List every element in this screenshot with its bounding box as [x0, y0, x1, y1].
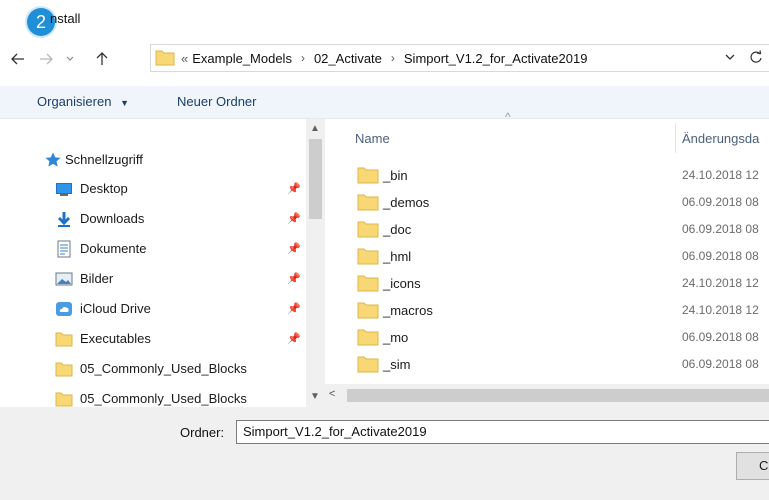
sidebar-item-documents[interactable]: Dokumente 📌	[0, 234, 306, 264]
folder-icon	[357, 193, 379, 211]
file-name: _hml	[383, 249, 412, 264]
navigation-scrollbar[interactable]: ▲ ▼	[306, 119, 325, 407]
address-bar[interactable]: « Example_Models › 02_Activate › Simport…	[150, 44, 769, 72]
file-name: _demos	[383, 195, 430, 210]
folder-icon	[55, 360, 73, 378]
folder-icon	[357, 166, 379, 184]
sidebar-item-executables[interactable]: Executables 📌	[0, 324, 306, 354]
folder-icon	[155, 48, 175, 69]
breadcrumb-item[interactable]: Simport_V1.2_for_Activate2019	[404, 51, 588, 66]
pin-icon[interactable]: 📌	[287, 332, 301, 345]
file-name: _sim	[383, 357, 411, 372]
desktop-icon	[55, 180, 73, 198]
organize-label: Organisieren	[37, 94, 112, 109]
file-row[interactable]: _hml 06.09.2018 08	[325, 246, 769, 270]
breadcrumb-overflow[interactable]: «	[181, 51, 188, 66]
sidebar-item-label: Bilder	[80, 271, 114, 286]
sidebar-item-quick-access[interactable]: Schnellzugriff	[0, 145, 306, 175]
sidebar-item-icloud-drive[interactable]: iCloud Drive 📌	[0, 294, 306, 324]
pin-icon[interactable]: 📌	[287, 272, 301, 285]
file-name: _bin	[383, 168, 408, 183]
sidebar-item-label: iCloud Drive	[80, 301, 151, 316]
recent-locations-chevron-icon[interactable]	[63, 48, 77, 70]
file-date: 06.09.2018 08	[682, 195, 759, 209]
file-list-horizontal-scrollbar[interactable]: <	[325, 384, 769, 407]
sidebar-item-label: 05_Commonly_Used_Blocks	[80, 391, 247, 406]
refresh-icon[interactable]	[749, 50, 763, 67]
scroll-up-icon[interactable]: ▲	[310, 123, 320, 134]
file-row[interactable]: _doc 06.09.2018 08	[325, 219, 769, 243]
up-arrow-icon[interactable]	[92, 48, 112, 70]
address-dropdown-chevron-icon[interactable]	[725, 50, 735, 67]
sidebar-item-label: Dokumente	[80, 241, 147, 256]
sidebar-item-label: Schnellzugriff	[65, 152, 143, 167]
folder-field-label: Ordner:	[180, 425, 225, 440]
sidebar-item-label: Executables	[80, 331, 151, 346]
file-date: 24.10.2018 12	[682, 303, 759, 317]
scroll-down-icon[interactable]: ▼	[310, 391, 320, 402]
folder-icon	[55, 330, 73, 348]
file-name: _macros	[383, 303, 433, 318]
back-arrow-icon[interactable]	[8, 48, 28, 70]
file-date: 06.09.2018 08	[682, 249, 759, 263]
sidebar-item-label: 05_Commonly_Used_Blocks	[80, 361, 247, 376]
select-folder-button[interactable]: C	[736, 452, 769, 480]
scroll-left-icon[interactable]: <	[329, 388, 335, 400]
file-row[interactable]: _macros 24.10.2018 12	[325, 300, 769, 324]
file-date: 24.10.2018 12	[682, 276, 759, 290]
pin-icon[interactable]: 📌	[287, 182, 301, 195]
folder-icon	[357, 220, 379, 238]
folder-icon	[357, 328, 379, 346]
folder-icon	[357, 355, 379, 373]
sidebar-item-desktop[interactable]: Desktop 📌	[0, 174, 306, 204]
scrollbar-thumb[interactable]	[347, 389, 769, 402]
column-header-name[interactable]: Name	[355, 131, 390, 146]
file-name: _doc	[383, 222, 412, 237]
file-date: 06.09.2018 08	[682, 357, 759, 371]
pin-icon[interactable]: 📌	[287, 212, 301, 225]
folder-icon	[357, 301, 379, 319]
sidebar-item-pictures[interactable]: Bilder 📌	[0, 264, 306, 294]
cloud-icon	[55, 300, 73, 318]
download-icon	[55, 210, 73, 228]
file-date: 06.09.2018 08	[682, 330, 759, 344]
file-name: _mo	[383, 330, 409, 345]
pin-icon[interactable]: 📌	[287, 302, 301, 315]
caret-down-icon: ▼	[120, 98, 129, 108]
star-icon	[44, 151, 62, 169]
sidebar-item-label: Desktop	[80, 181, 128, 196]
file-row[interactable]: _icons 24.10.2018 12	[325, 273, 769, 297]
file-name: _icons	[383, 276, 421, 291]
file-row[interactable]: _demos 06.09.2018 08	[325, 192, 769, 216]
file-date: 06.09.2018 08	[682, 222, 759, 236]
document-icon	[55, 240, 73, 258]
file-row[interactable]: _mo 06.09.2018 08	[325, 327, 769, 351]
breadcrumb-item[interactable]: Example_Models	[192, 51, 292, 66]
pictures-icon	[55, 270, 73, 288]
organize-menu-button[interactable]: Organisieren ▼	[37, 94, 129, 109]
column-divider[interactable]	[675, 123, 676, 153]
sidebar-item-commonly-used-blocks[interactable]: 05_Commonly_Used_Blocks	[0, 354, 306, 384]
breadcrumb-item[interactable]: 02_Activate	[314, 51, 382, 66]
folder-name-input[interactable]: Simport_V1.2_for_Activate2019	[236, 420, 769, 444]
sidebar-item-commonly-used-blocks[interactable]: 05_Commonly_Used_Blocks	[0, 384, 306, 407]
sidebar-item-label: Downloads	[80, 211, 145, 226]
scrollbar-thumb[interactable]	[309, 139, 322, 219]
folder-icon	[357, 274, 379, 292]
column-header-date[interactable]: Änderungsda	[682, 131, 759, 146]
file-row[interactable]: _bin 24.10.2018 12	[325, 165, 769, 189]
navigation-pane: Schnellzugriff Desktop 📌 Downloads 📌 Dok…	[0, 119, 306, 407]
breadcrumb-separator-icon[interactable]: ›	[301, 51, 305, 65]
forward-arrow-icon[interactable]	[36, 48, 56, 70]
folder-icon	[55, 390, 73, 407]
breadcrumb-separator-icon[interactable]: ›	[391, 51, 395, 65]
folder-icon	[357, 247, 379, 265]
new-folder-button[interactable]: Neuer Ordner	[177, 94, 256, 109]
sort-ascending-icon: ^	[505, 110, 511, 124]
file-date: 24.10.2018 12	[682, 168, 759, 182]
pin-icon[interactable]: 📌	[287, 242, 301, 255]
sidebar-item-downloads[interactable]: Downloads 📌	[0, 204, 306, 234]
file-row[interactable]: _sim 06.09.2018 08	[325, 354, 769, 378]
window-title: nstall	[50, 11, 81, 26]
